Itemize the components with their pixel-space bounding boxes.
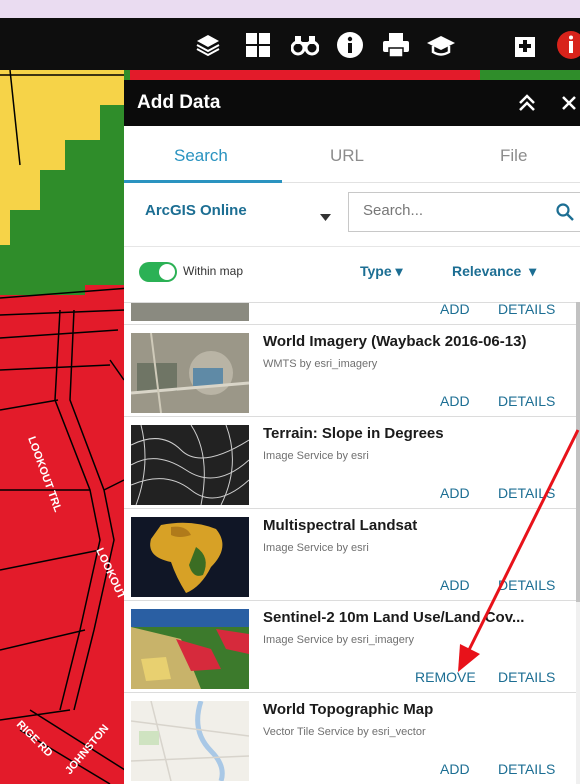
add-data-panel: Add Data Search URL File ArcGIS Online W…: [124, 80, 580, 784]
item-title[interactable]: World Imagery (Wayback 2016-06-13): [263, 333, 526, 350]
item-subtitle: WMTS by esri_imagery: [263, 358, 378, 370]
list-item: Multispectral Landsat Image Service by e…: [124, 509, 580, 601]
item-title[interactable]: Sentinel-2 10m Land Use/Land Cov...: [263, 609, 524, 626]
add-button[interactable]: ADD: [440, 577, 470, 593]
add-button[interactable]: ADD: [440, 393, 470, 409]
tab-search[interactable]: Search: [174, 146, 228, 166]
info-icon[interactable]: [333, 28, 367, 62]
topographic-thumbnail: [131, 701, 249, 781]
add-button[interactable]: ADD: [440, 761, 470, 777]
landsat-thumbnail: [131, 517, 249, 597]
list-item: Sentinel-2 10m Land Use/Land Cov... Imag…: [124, 601, 580, 693]
tab-file[interactable]: File: [500, 146, 527, 166]
sentinel-landcover-thumbnail: [131, 609, 249, 689]
details-button[interactable]: DETAILS: [498, 669, 555, 685]
results-list[interactable]: ADD DETAILS World Imagery (Wayback 2016-…: [124, 302, 580, 784]
panel-header: Add Data: [124, 80, 580, 126]
relevance-sort-label: Relevance: [452, 263, 522, 279]
caret-down-icon: ▾: [529, 263, 537, 279]
active-tab-indicator: [124, 180, 282, 183]
scrollbar-thumb[interactable]: [576, 302, 580, 602]
details-button[interactable]: DETAILS: [498, 485, 555, 501]
filter-divider: [124, 246, 580, 247]
relevance-sort[interactable]: Relevance ▾: [452, 263, 536, 280]
results-scrollbar[interactable]: [576, 302, 580, 784]
details-button[interactable]: DETAILS: [498, 393, 555, 409]
list-item: Terrain: Slope in Degrees Image Service …: [124, 417, 580, 509]
details-button[interactable]: DETAILS: [498, 761, 555, 777]
panel-title: Add Data: [137, 92, 221, 113]
details-button[interactable]: DETAILS: [498, 577, 555, 593]
source-dropdown[interactable]: ArcGIS Online: [124, 190, 340, 234]
search-input[interactable]: [363, 202, 543, 219]
collapse-icon[interactable]: [516, 91, 538, 115]
add-button[interactable]: ADD: [440, 485, 470, 501]
caret-down-icon: [320, 208, 331, 226]
list-item: World Imagery (Wayback 2016-06-13) WMTS …: [124, 325, 580, 417]
item-subtitle: Image Service by esri: [263, 542, 369, 554]
list-item: ADD DETAILS: [124, 303, 580, 325]
source-dropdown-value: ArcGIS Online: [145, 202, 247, 219]
within-map-toggle[interactable]: [139, 262, 177, 282]
close-icon[interactable]: [560, 91, 580, 115]
item-subtitle: Image Service by esri_imagery: [263, 634, 415, 646]
remove-button[interactable]: REMOVE: [415, 669, 476, 685]
world-imagery-thumbnail: [131, 333, 249, 413]
details-button[interactable]: DETAILS: [498, 303, 555, 317]
browser-top-strip: [0, 0, 580, 18]
caret-down-icon: ▾: [395, 263, 403, 279]
alert-icon[interactable]: [554, 28, 580, 62]
thumbnail: [131, 303, 249, 321]
binoculars-icon[interactable]: [288, 28, 322, 62]
add-data-icon[interactable]: [508, 28, 542, 62]
add-button[interactable]: ADD: [440, 303, 470, 317]
layers-icon[interactable]: [191, 28, 225, 62]
slope-thumbnail: [131, 425, 249, 505]
type-filter[interactable]: Type ▾: [360, 263, 403, 280]
type-filter-label: Type: [360, 263, 392, 279]
item-title[interactable]: Multispectral Landsat: [263, 517, 417, 534]
graduation-cap-icon[interactable]: [424, 28, 458, 62]
item-title[interactable]: World Topographic Map: [263, 701, 433, 718]
tab-url[interactable]: URL: [330, 146, 364, 166]
print-icon[interactable]: [379, 28, 413, 62]
search-box: [348, 192, 580, 232]
item-subtitle: Vector Tile Service by esri_vector: [263, 726, 426, 738]
basemap-gallery-icon[interactable]: [241, 28, 275, 62]
within-map-label: Within map: [183, 264, 244, 278]
list-item: World Topographic Map Vector Tile Servic…: [124, 693, 580, 784]
item-subtitle: Image Service by esri: [263, 450, 369, 462]
item-title[interactable]: Terrain: Slope in Degrees: [263, 425, 444, 442]
search-icon[interactable]: [555, 202, 577, 224]
toggle-knob: [159, 264, 175, 280]
